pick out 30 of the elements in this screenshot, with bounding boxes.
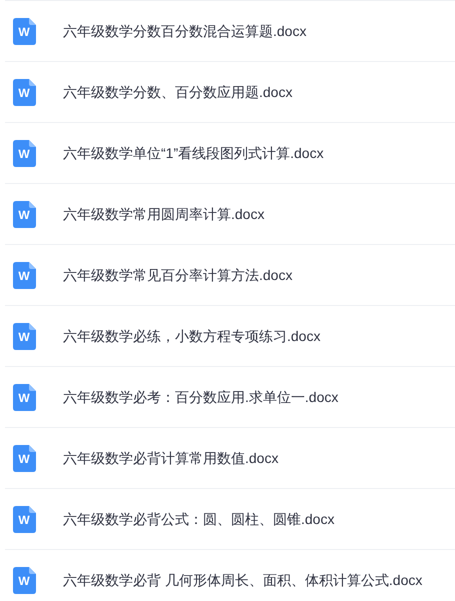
word-document-icon: W (13, 140, 36, 166)
word-document-icon: W (13, 506, 36, 532)
file-row[interactable]: W 六年级数学分数、百分数应用题.docx (5, 62, 455, 123)
word-document-icon: W (13, 322, 36, 350)
file-name: 六年级数学分数百分数混合运算题.docx (63, 22, 306, 40)
word-document-icon: W (13, 200, 36, 228)
file-row[interactable]: W 六年级数学必背公式：圆、圆柱、圆锥.docx (5, 489, 455, 550)
file-name: 六年级数学分数、百分数应用题.docx (63, 82, 292, 102)
file-row[interactable]: W 六年级数学必练，小数方程专项练习.docx (5, 306, 455, 367)
file-row[interactable]: W 六年级数学必背计算常用数值.docx (5, 428, 455, 489)
word-document-icon: W (13, 384, 36, 410)
file-name: 六年级数学必练，小数方程专项练习.docx (63, 326, 320, 346)
file-row[interactable]: W 六年级数学必背 几何形体周长、面积、体积计算公式.docx (5, 550, 455, 601)
file-row[interactable]: W 六年级数学必考：百分数应用.求单位一.docx (5, 367, 455, 428)
file-name: 六年级数学必考：百分数应用.求单位一.docx (63, 388, 338, 406)
file-name: 六年级数学常见百分率计算方法.docx (63, 266, 292, 284)
file-row[interactable]: W 六年级数学常用圆周率计算.docx (5, 184, 455, 245)
file-name: 六年级数学必背计算常用数值.docx (63, 448, 278, 468)
file-row[interactable]: W 六年级数学分数百分数混合运算题.docx (5, 1, 455, 62)
word-document-icon: W (13, 262, 36, 288)
file-name: 六年级数学常用圆周率计算.docx (63, 204, 264, 224)
word-document-icon: W (13, 566, 36, 594)
file-name: 六年级数学必背公式：圆、圆柱、圆锥.docx (63, 510, 334, 528)
word-document-icon: W (13, 18, 36, 44)
file-row[interactable]: W 六年级数学单位“1”看线段图列式计算.docx (5, 123, 455, 184)
word-document-icon: W (13, 444, 36, 472)
file-row[interactable]: W 六年级数学常见百分率计算方法.docx (5, 245, 455, 306)
file-name: 六年级数学必背 几何形体周长、面积、体积计算公式.docx (63, 570, 422, 590)
file-name: 六年级数学单位“1”看线段图列式计算.docx (63, 144, 324, 162)
word-document-icon: W (13, 78, 36, 106)
